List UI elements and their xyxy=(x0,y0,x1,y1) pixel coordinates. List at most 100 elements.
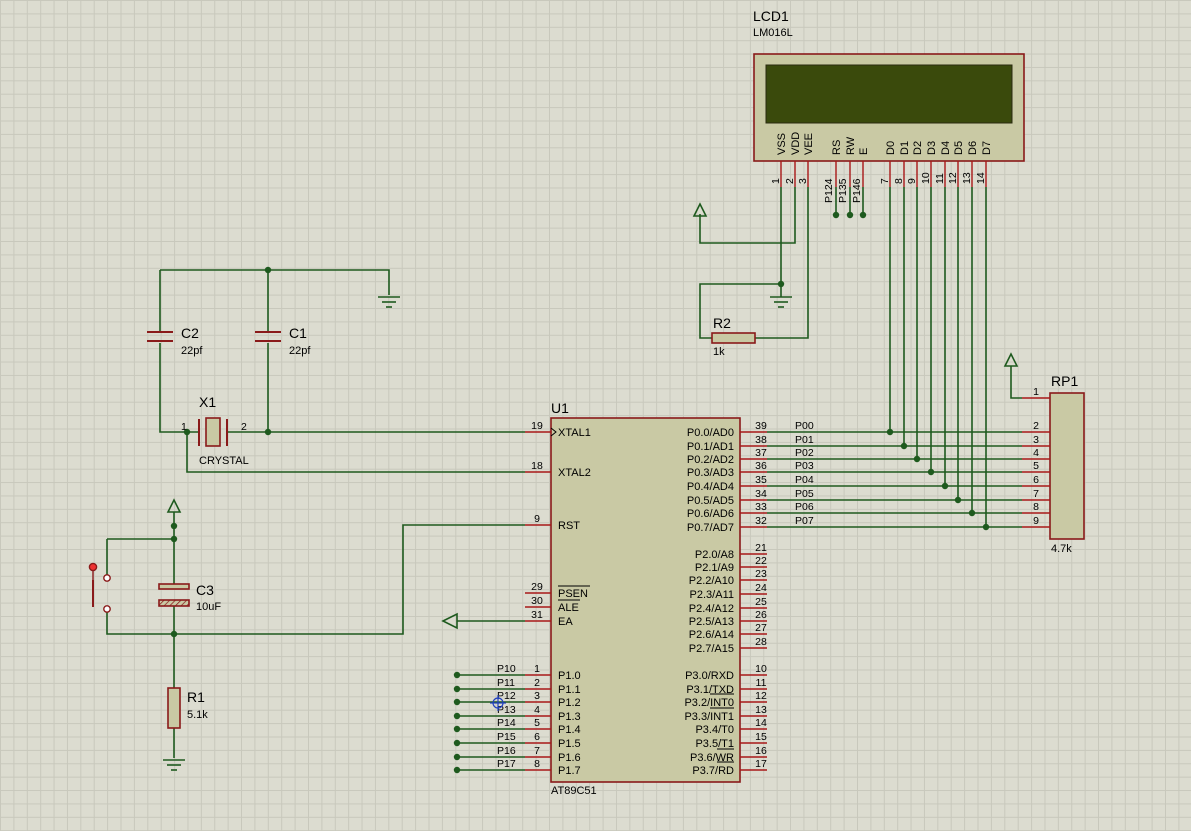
u1-pin-name: P1.2 xyxy=(558,697,581,709)
x1-pin2: 2 xyxy=(241,421,247,433)
u1-pin-name: ALE xyxy=(558,602,579,614)
lcd-pin-name: D4 xyxy=(940,141,952,155)
u1-pin-name: P2.2/A10 xyxy=(689,575,734,587)
c1-component[interactable]: C1 22pf xyxy=(255,325,311,357)
rp1-value: 4.7k xyxy=(1051,543,1072,555)
u1-pin-number: 5 xyxy=(534,717,540,729)
schematic-canvas[interactable]: LCD1 LM016L VSS 1 VDD 2 VEE 3 RS RW E D0 7 D1 8 D2 9 D3… xyxy=(0,0,1191,831)
p1-net-label: P15 xyxy=(497,731,516,743)
c2-value: 22pf xyxy=(181,345,203,357)
net-terminal-dot xyxy=(453,712,461,720)
u1-pin-number: 23 xyxy=(755,568,767,580)
lcd-ctrl-net-labels: P124 P135 P146 xyxy=(823,178,863,203)
p0-net-label: P06 xyxy=(795,501,814,513)
u1-pin-name: PSEN xyxy=(558,588,588,600)
rp1-pin-number: 3 xyxy=(1033,434,1039,446)
lcd-pin-name: D3 xyxy=(926,141,938,155)
u1-pin-name: P1.0 xyxy=(558,670,581,682)
c2-component[interactable]: C2 22pf xyxy=(147,325,203,357)
u1-pin-name: P1.5 xyxy=(558,738,581,750)
button-knob-icon xyxy=(88,562,98,572)
u1-pin-name: RST xyxy=(558,520,580,532)
p0-net-label: P03 xyxy=(795,460,814,472)
net-terminal-dot xyxy=(453,698,461,706)
u1-pin-number: 37 xyxy=(755,447,767,459)
p1-net-label: P17 xyxy=(497,758,516,770)
lcd-screen xyxy=(765,64,1013,124)
u1-pin-name: P2.1/A9 xyxy=(695,562,734,574)
u1-pin-name: XTAL1 xyxy=(558,427,591,439)
u1-ref: U1 xyxy=(551,400,569,416)
u1-pin-name: P3.0/RXD xyxy=(685,670,734,682)
u1-pin-number: 16 xyxy=(755,745,767,757)
lcd-pin-name: VDD xyxy=(790,132,802,155)
u1-pin-number: 25 xyxy=(755,596,767,608)
lcd-pin-number: 12 xyxy=(947,172,959,184)
u1-pin-number: 29 xyxy=(531,581,543,593)
rp1-pin-number: 2 xyxy=(1033,420,1039,432)
lcd-component[interactable]: LCD1 LM016L VSS 1 VDD 2 VEE 3 RS RW E D0 7 D1 8 D2 9 D3… xyxy=(753,8,1025,187)
rp1-pin-number: 1 xyxy=(1033,386,1039,398)
net-terminal-dot xyxy=(453,685,461,693)
c3-value: 10uF xyxy=(196,601,221,613)
u1-pin-number: 24 xyxy=(755,582,767,594)
u1-pin-name: XTAL2 xyxy=(558,467,591,479)
x1-component[interactable]: X1 1 2 CRYSTAL xyxy=(181,394,249,467)
p1-net-label: P10 xyxy=(497,663,516,675)
u1-pin-number: 35 xyxy=(755,474,767,486)
rp1-pin-number: 5 xyxy=(1033,460,1039,472)
lcd-pin-name: RS xyxy=(831,140,843,155)
u1-pin-name: P1.4 xyxy=(558,724,581,736)
u1-pin-number: 8 xyxy=(534,758,540,770)
u1-pin-name: P1.7 xyxy=(558,765,581,777)
r1-ref: R1 xyxy=(187,689,205,705)
u1-pin-name: P1.3 xyxy=(558,711,581,723)
u1-pin-name: P0.5/AD5 xyxy=(687,495,734,507)
c1-value: 22pf xyxy=(289,345,311,357)
p1-net-label: P12 xyxy=(497,690,516,702)
rp1-component[interactable]: RP1 4.7k 1 2 345 6 78 9 xyxy=(1003,352,1085,555)
rp1-pin-number: 7 xyxy=(1033,488,1039,500)
u1-pin-name: P0.4/AD4 xyxy=(687,481,734,493)
u1-pin-number: 22 xyxy=(755,555,767,567)
lcd-pin-name: D1 xyxy=(899,141,911,155)
r2-body xyxy=(711,332,756,344)
u1-pin-name: P1.6 xyxy=(558,752,581,764)
net-terminal-dot xyxy=(453,753,461,761)
u1-pin-number: 11 xyxy=(756,677,767,689)
u1-pin-name: P0.7/AD7 xyxy=(687,522,734,534)
c1-ref: C1 xyxy=(289,325,307,341)
net-label-p124: P124 xyxy=(823,178,835,203)
x1-pin1: 1 xyxy=(181,421,187,433)
u1-pin-number: 1 xyxy=(534,663,540,675)
net-terminal-dot xyxy=(453,725,461,733)
u1-pin-name: P2.6/A14 xyxy=(689,629,734,641)
u1-pin-name: P3.4/T0 xyxy=(695,724,734,736)
rp1-pins: 1 2 345 6 78 9 xyxy=(1022,386,1050,528)
lcd-pin-number: 3 xyxy=(797,178,809,184)
net-terminal-dot xyxy=(453,671,461,679)
u1-pin-name: P2.5/A13 xyxy=(689,616,734,628)
p0-net-label: P02 xyxy=(795,447,814,459)
r1-component[interactable]: R1 5.1k xyxy=(167,687,208,729)
p1-net-label: P11 xyxy=(497,677,515,689)
c3-component[interactable]: C3 10uF xyxy=(158,582,221,613)
lcd-ref: LCD1 xyxy=(753,8,789,24)
u1-pin-name: EA xyxy=(558,616,573,628)
p0-net-label: P07 xyxy=(795,515,814,527)
u1-pin-number: 36 xyxy=(755,460,767,472)
u1-pin-number: 18 xyxy=(531,460,543,472)
lcd-pin-number: 13 xyxy=(961,172,973,184)
u1-pin-name: P3.3/INT1 xyxy=(684,711,734,723)
lcd-pin-name: D5 xyxy=(953,141,965,155)
u1-pin-number: 7 xyxy=(534,745,540,757)
lcd-pin-name: E xyxy=(858,148,870,155)
ground-symbol-lcd xyxy=(770,296,792,308)
p0-net-label: P05 xyxy=(795,488,814,500)
r2-component[interactable]: R2 1k xyxy=(711,315,756,358)
r2-ref: R2 xyxy=(713,315,731,331)
lcd-pin-name: VSS xyxy=(776,133,788,155)
junction xyxy=(777,280,785,288)
u1-component[interactable]: U1 AT89C51 19XTAL118XTAL29RST29PSEN30ALE… xyxy=(525,400,767,797)
lcd-pin-name: VEE xyxy=(803,133,815,155)
